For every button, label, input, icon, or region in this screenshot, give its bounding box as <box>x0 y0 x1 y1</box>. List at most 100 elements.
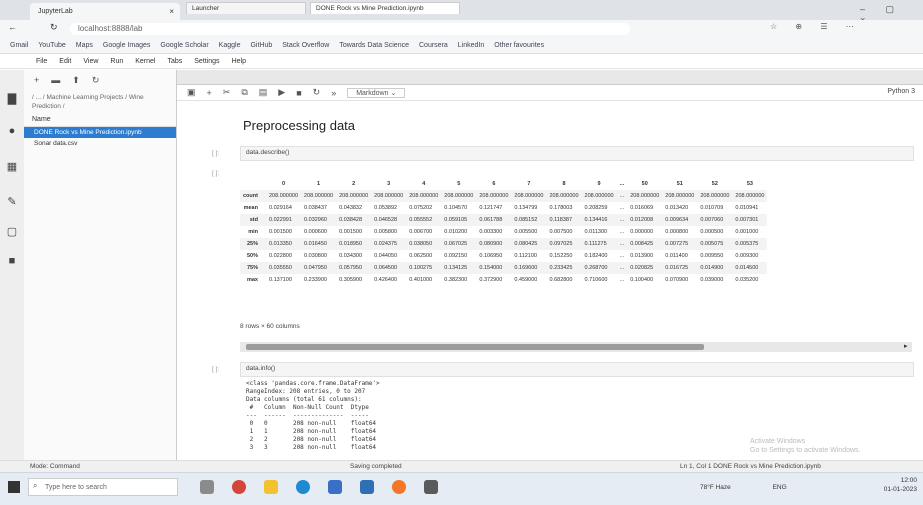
file-item[interactable]: Sonar data.csv <box>24 138 176 149</box>
commands-icon[interactable]: ▦ <box>6 160 18 173</box>
bookmark-item[interactable]: Google Images <box>103 42 150 49</box>
file-item[interactable]: DONE Rock vs Mine Prediction.ipynb <box>24 127 176 138</box>
column-header: 4 <box>422 181 426 187</box>
copy-icon[interactable]: ⧉ <box>241 87 247 98</box>
browser-extension-icons[interactable]: ☆ ⊕ ☰ ⋯ <box>770 22 862 31</box>
property-inspector-icon[interactable]: ✎ <box>6 195 18 208</box>
extension-icon[interactable]: ■ <box>6 255 18 267</box>
table-cell: 0.169600 <box>514 265 538 271</box>
system-tray[interactable]: 78°F Haze ENG <box>700 484 787 491</box>
fast-forward-icon[interactable]: » <box>331 88 336 98</box>
language[interactable]: ENG <box>773 484 787 491</box>
activate-windows-watermark: Activate Windows Go to Settings to activ… <box>750 438 861 454</box>
bookmark-item[interactable]: Coursera <box>419 42 448 49</box>
table-cell: 0.009550 <box>700 253 724 259</box>
bookmark-item[interactable]: LinkedIn <box>458 42 484 49</box>
column-header: 6 <box>492 181 496 187</box>
menu-help[interactable]: Help <box>232 58 246 65</box>
app-icon[interactable] <box>424 480 438 494</box>
table-cell: 0.154000 <box>479 265 503 271</box>
tab-title: JupyterLab <box>38 8 73 15</box>
windows-start-icon[interactable] <box>8 481 20 493</box>
store-icon[interactable] <box>328 480 342 494</box>
run-icon[interactable]: ▶ <box>278 87 285 98</box>
column-header: 50 <box>641 181 648 187</box>
table-cell: 0.016450 <box>304 241 327 247</box>
new-launcher-icon[interactable]: + <box>34 75 39 86</box>
cut-icon[interactable]: ✂ <box>223 87 231 98</box>
file-browser-header[interactable]: Name <box>24 113 176 127</box>
bookmark-item[interactable]: Other favourites <box>494 42 544 49</box>
table-cell: 0.426400 <box>374 277 398 283</box>
column-header: 7 <box>527 181 531 187</box>
table-cell: 0.009634 <box>665 217 689 223</box>
code-cell[interactable] <box>240 146 914 161</box>
info-output: <class 'pandas.core.frame.DataFrame'> Ra… <box>246 380 380 451</box>
menu-tabs[interactable]: Tabs <box>167 58 182 65</box>
scrollbar-thumb[interactable] <box>246 344 704 350</box>
menu-edit[interactable]: Edit <box>59 58 71 65</box>
file-browser-path[interactable]: / ... / Machine Learning Projects / Wine… <box>24 91 176 113</box>
scroll-right-arrow-icon[interactable]: ▸ <box>904 342 908 350</box>
file-explorer-icon[interactable] <box>264 480 278 494</box>
menu-kernel[interactable]: Kernel <box>135 58 155 65</box>
url-field[interactable]: localhost:8888/lab <box>70 23 630 35</box>
table-cell: 0.055552 <box>409 217 433 223</box>
bookmark-item[interactable]: Towards Data Science <box>339 42 409 49</box>
column-header: 3 <box>387 181 391 187</box>
stop-icon[interactable]: ■ <box>296 88 301 98</box>
bookmark-item[interactable]: Gmail <box>10 42 28 49</box>
tabs-icon[interactable]: ▢ <box>6 225 18 238</box>
close-tab-icon[interactable]: × <box>169 7 174 16</box>
paste-icon[interactable]: ▤ <box>259 87 268 98</box>
running-icon[interactable]: ● <box>6 125 18 137</box>
restart-icon[interactable]: ↻ <box>313 87 321 98</box>
bookmark-item[interactable]: Google Scholar <box>160 42 208 49</box>
upload-icon[interactable]: ⬆ <box>72 75 80 86</box>
menu-file[interactable]: File <box>36 58 47 65</box>
bookmark-item[interactable]: Stack Overflow <box>282 42 329 49</box>
bookmarks-bar: Gmail YouTube Maps Google Images Google Scho… <box>0 38 923 54</box>
bookmark-item[interactable]: Kaggle <box>219 42 241 49</box>
weather[interactable]: 78°F Haze <box>700 484 731 491</box>
refresh-icon[interactable]: ↻ <box>92 75 100 86</box>
refresh-icon[interactable]: ↻ <box>50 22 58 33</box>
menu-settings[interactable]: Settings <box>194 58 219 65</box>
tab-launcher[interactable]: Launcher <box>186 2 306 14</box>
table-cell: 208.000000 <box>304 193 334 199</box>
table-cell: 0.092150 <box>444 253 468 259</box>
taskbar-search[interactable]: Type here to search <box>28 478 178 496</box>
bookmark-item[interactable]: GitHub <box>250 42 272 49</box>
cell-type-select[interactable]: Markdown ⌄ <box>347 87 406 98</box>
menu-view[interactable]: View <box>83 58 98 65</box>
table-cell: 0.022800 <box>268 253 292 259</box>
back-icon[interactable]: ← <box>8 22 17 32</box>
bookmark-item[interactable]: Maps <box>76 42 93 49</box>
edge-icon[interactable] <box>296 480 310 494</box>
tab-notebook[interactable]: DONE Rock vs Mine Prediction.ipynb <box>310 2 460 14</box>
mail-icon[interactable] <box>360 480 374 494</box>
bookmark-item[interactable]: YouTube <box>38 42 66 49</box>
browser-tab[interactable]: JupyterLab × <box>30 3 180 20</box>
kernel-indicator[interactable]: Python 3 <box>887 88 915 95</box>
menu-run[interactable]: Run <box>110 58 123 65</box>
task-view-icon[interactable] <box>200 480 214 494</box>
new-folder-icon[interactable]: ▬ <box>51 75 60 86</box>
row-label: std <box>249 217 258 223</box>
save-icon[interactable]: ▣ <box>187 87 196 98</box>
table-cell: 208.000000 <box>665 193 695 199</box>
code-cell[interactable] <box>240 362 914 377</box>
table-row: 75% 0.035550 0.047950 0.057950 0.064500 0.100… <box>240 262 768 274</box>
table-cell: 0.000800 <box>665 229 689 235</box>
table-cell: 208.000000 <box>374 193 404 199</box>
folder-icon[interactable]: ▇ <box>6 92 18 105</box>
clock[interactable]: 12:00 01-01-2023 <box>884 476 917 494</box>
table-cell: 0.014900 <box>700 265 724 271</box>
jupyter-app-icon[interactable] <box>392 480 406 494</box>
add-cell-icon[interactable]: + <box>207 88 212 98</box>
table-cell: ... <box>619 229 625 235</box>
table-cell: 0.062500 <box>409 253 433 259</box>
table-row: min 0.001500 0.000600 0.001500 0.005800 0.006… <box>240 226 767 238</box>
chrome-icon[interactable] <box>232 480 246 494</box>
table-cell: 0.008425 <box>630 241 654 247</box>
